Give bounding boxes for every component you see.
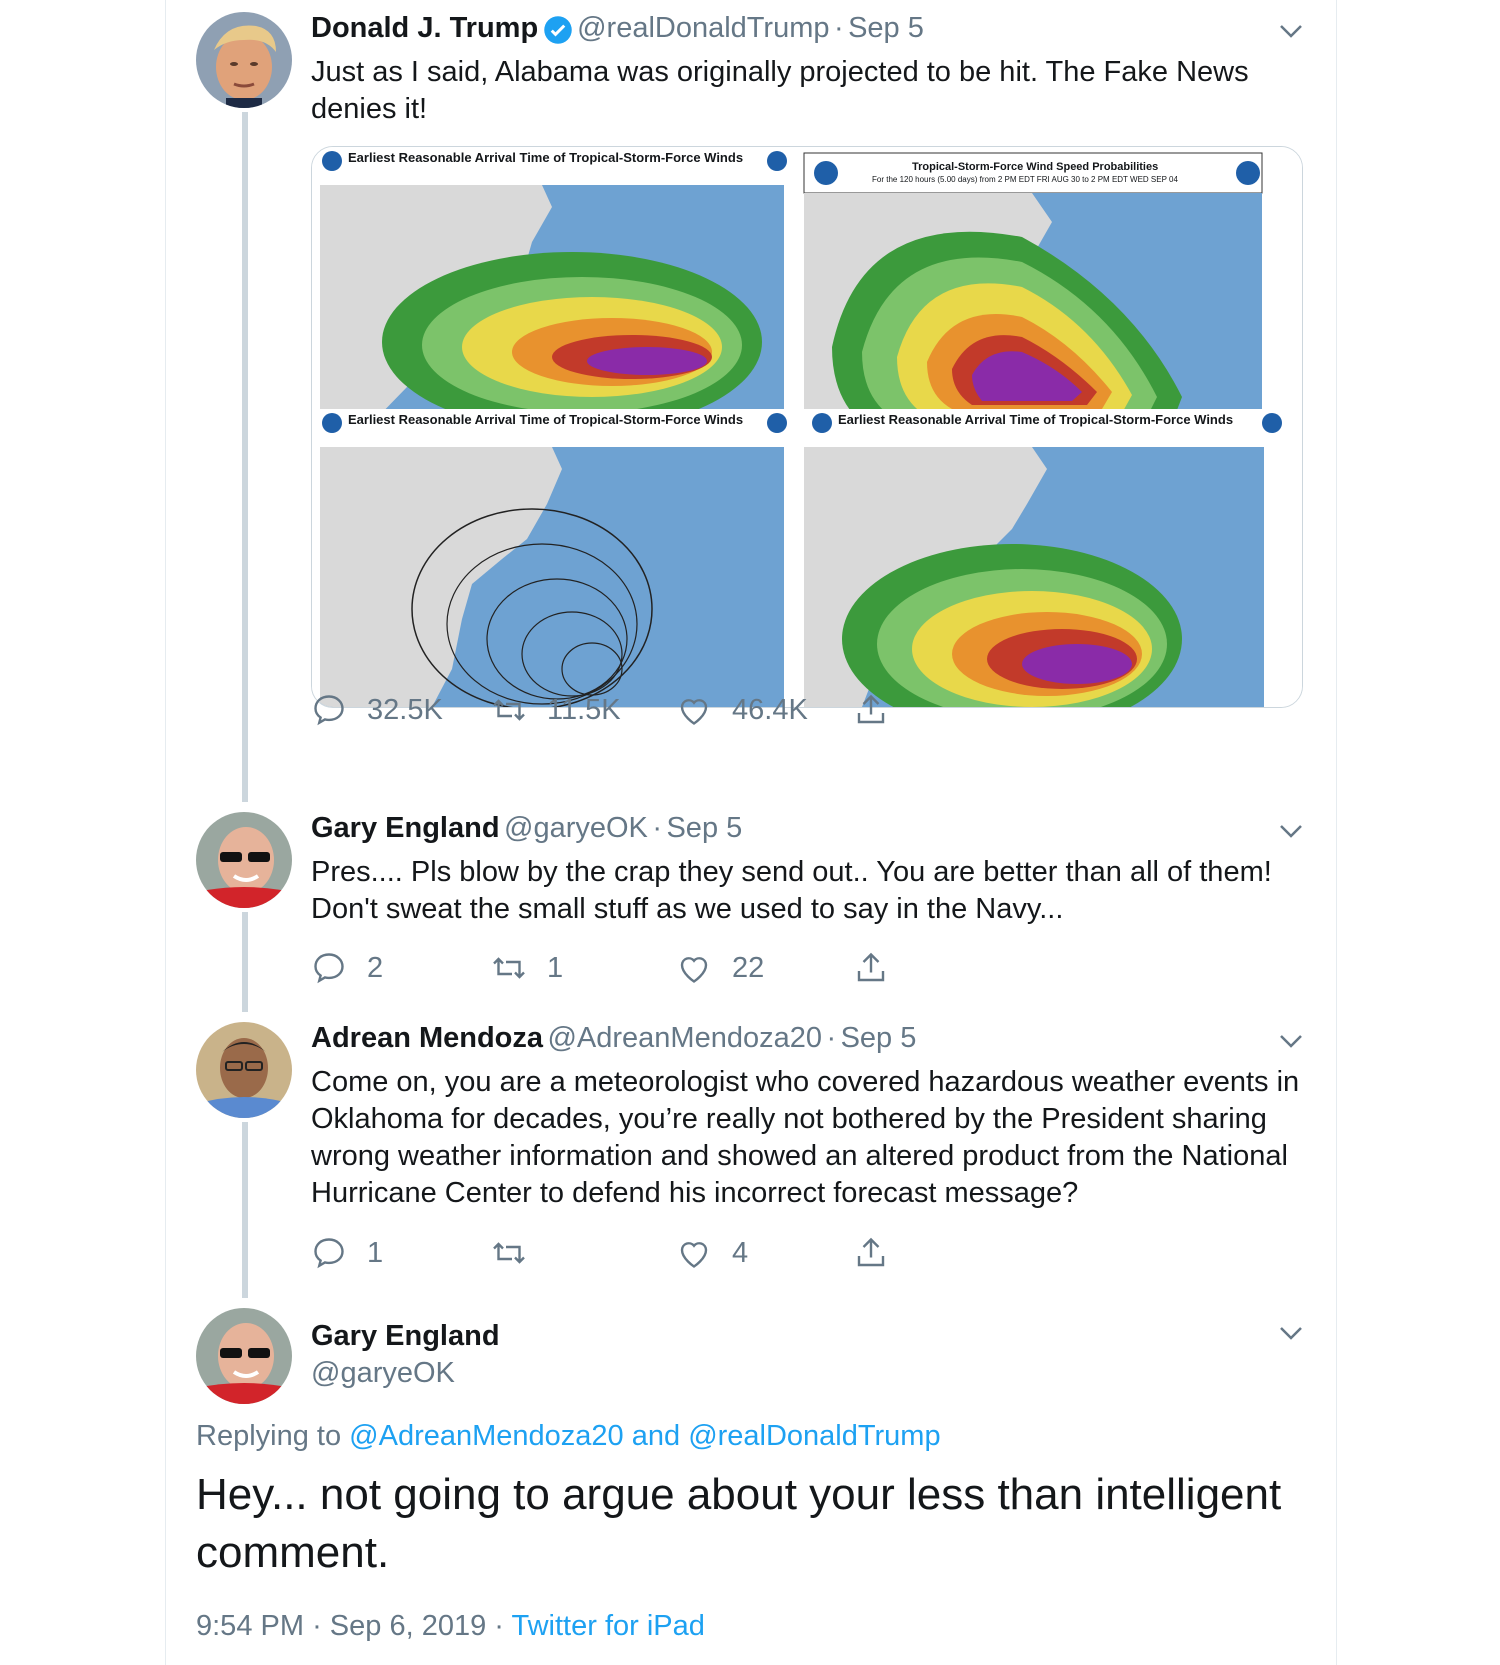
display-name[interactable]: Gary England bbox=[311, 1320, 500, 1353]
thread-line bbox=[242, 112, 248, 802]
like-count: 22 bbox=[732, 951, 765, 984]
tweet-date[interactable]: Sep 5 bbox=[848, 12, 924, 44]
replying-prefix: Replying to bbox=[196, 1420, 342, 1452]
share-button[interactable] bbox=[853, 1235, 889, 1271]
share-icon bbox=[857, 952, 885, 982]
retweet-button[interactable]: 1 bbox=[491, 950, 563, 986]
chevron-down-icon[interactable] bbox=[1276, 816, 1306, 846]
tweet-date[interactable]: Sep 5 bbox=[841, 1022, 917, 1054]
tweet-time[interactable]: 9:54 PM bbox=[196, 1610, 304, 1642]
tweet-text: Pres.... Pls blow by the crap they send … bbox=[311, 856, 1272, 925]
separator-dot: · bbox=[833, 12, 844, 44]
separator-dot: · bbox=[826, 1022, 837, 1054]
share-icon bbox=[857, 694, 885, 724]
like-count: 4 bbox=[732, 1236, 749, 1269]
heart-icon bbox=[680, 699, 708, 725]
heart-icon bbox=[680, 957, 708, 983]
chevron-down-icon[interactable] bbox=[1276, 16, 1306, 46]
retweet-count: 1 bbox=[547, 951, 564, 984]
retweet-icon bbox=[493, 699, 525, 721]
tweet-actions: 2 1 22 bbox=[311, 950, 911, 990]
user-handle[interactable]: @garyeOK bbox=[504, 812, 648, 844]
tweet-text: Just as I said, Alabama was originally p… bbox=[311, 56, 1249, 125]
tweet-actions: 32.5K 11.5K 46.4K bbox=[311, 692, 911, 732]
retweet-button[interactable] bbox=[491, 1235, 547, 1271]
share-icon bbox=[857, 1237, 885, 1267]
reply-mention-link[interactable]: @realDonaldTrump bbox=[688, 1420, 940, 1452]
separator-dot: · bbox=[494, 1610, 504, 1642]
map-panel-2: Tropical-Storm-Force Wind Speed Probabil… bbox=[802, 147, 1302, 423]
like-button[interactable]: 46.4K bbox=[676, 692, 808, 728]
user-handle[interactable]: @AdreanMendoza20 bbox=[547, 1022, 822, 1054]
tweet-meta: 9:54 PM · Sep 6, 2019 · Twitter for iPad bbox=[196, 1610, 705, 1643]
chevron-down-icon[interactable] bbox=[1276, 1026, 1306, 1056]
tweet-media-image[interactable]: Earliest Reasonable Arrival Time of Trop… bbox=[311, 146, 1303, 708]
retweet-count: 11.5K bbox=[547, 693, 621, 726]
reply-count: 2 bbox=[367, 951, 384, 984]
like-button[interactable]: 22 bbox=[676, 950, 764, 986]
avatar[interactable] bbox=[196, 812, 292, 908]
avatar[interactable] bbox=[196, 1022, 292, 1118]
thread-line bbox=[242, 1122, 248, 1298]
display-name[interactable]: Donald J. Trump bbox=[311, 12, 538, 44]
user-handle[interactable]: @realDonaldTrump bbox=[577, 12, 829, 44]
tweet-text: Come on, you are a meteorologist who cov… bbox=[311, 1066, 1300, 1209]
reply-button[interactable]: 2 bbox=[311, 950, 383, 986]
avatar[interactable] bbox=[196, 1308, 292, 1404]
replying-and: and bbox=[631, 1420, 681, 1452]
user-handle[interactable]: @garyeOK bbox=[311, 1357, 500, 1390]
verified-badge-icon bbox=[543, 15, 573, 50]
reply-icon bbox=[314, 695, 344, 726]
separator-dot: · bbox=[312, 1610, 322, 1642]
client-link[interactable]: Twitter for iPad bbox=[512, 1610, 705, 1642]
reply-button[interactable]: 32.5K bbox=[311, 692, 443, 728]
tweet-text: Hey... not going to argue about your les… bbox=[196, 1470, 1282, 1577]
tweet-date[interactable]: Sep 5 bbox=[666, 812, 742, 844]
map-panel-3: Earliest Reasonable Arrival Time of Trop… bbox=[312, 409, 802, 707]
replying-to: Replying to @AdreanMendoza20 and @realDo… bbox=[196, 1420, 941, 1453]
retweet-button[interactable]: 11.5K bbox=[491, 692, 621, 728]
avatar[interactable] bbox=[196, 12, 292, 108]
heart-icon bbox=[680, 1242, 708, 1268]
map-panel-1: Earliest Reasonable Arrival Time of Trop… bbox=[312, 147, 802, 423]
share-button[interactable] bbox=[853, 950, 889, 986]
tweet-date[interactable]: Sep 6, 2019 bbox=[330, 1610, 486, 1642]
reply-icon bbox=[314, 1238, 344, 1269]
retweet-icon bbox=[493, 1242, 525, 1264]
display-name[interactable]: Gary England bbox=[311, 812, 500, 844]
separator-dot: · bbox=[652, 812, 663, 844]
like-count: 46.4K bbox=[732, 693, 808, 726]
reply-count: 32.5K bbox=[367, 693, 443, 726]
display-name[interactable]: Adrean Mendoza bbox=[311, 1022, 543, 1054]
tweet-actions: 1 4 bbox=[311, 1235, 911, 1275]
like-button[interactable]: 4 bbox=[676, 1235, 748, 1271]
tweet-thread-column: Donald J. Trump @realDonaldTrump · Sep 5… bbox=[165, 0, 1337, 1665]
chevron-down-icon[interactable] bbox=[1276, 1318, 1306, 1348]
reply-button[interactable]: 1 bbox=[311, 1235, 383, 1271]
map-panel-4: Earliest Reasonable Arrival Time of Trop… bbox=[802, 409, 1302, 707]
reply-mention-link[interactable]: @AdreanMendoza20 bbox=[349, 1420, 624, 1452]
reply-count: 1 bbox=[367, 1236, 384, 1269]
thread-line bbox=[242, 912, 248, 1012]
share-button[interactable] bbox=[853, 692, 889, 728]
reply-icon bbox=[314, 953, 344, 984]
retweet-icon bbox=[493, 957, 525, 979]
